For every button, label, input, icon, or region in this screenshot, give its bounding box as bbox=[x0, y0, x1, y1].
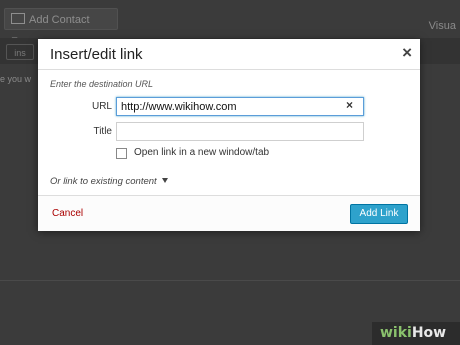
new-window-label[interactable]: Open link in a new window/tab bbox=[134, 147, 269, 158]
title-label: Title bbox=[93, 126, 112, 137]
url-label: URL bbox=[91, 101, 112, 112]
url-input[interactable] bbox=[116, 97, 364, 116]
cancel-link[interactable]: Cancel bbox=[52, 208, 83, 219]
title-input[interactable] bbox=[116, 122, 364, 141]
dialog-header: Insert/edit link × bbox=[38, 39, 420, 70]
insert-link-dialog: Insert/edit link × Enter the destination… bbox=[38, 39, 420, 231]
add-link-button[interactable]: Add Link bbox=[350, 204, 408, 224]
new-window-checkbox[interactable] bbox=[116, 148, 127, 159]
link-existing-content-toggle[interactable]: Or link to existing content bbox=[50, 176, 168, 187]
wikihow-logo: wikiHow bbox=[380, 325, 447, 341]
add-contact-form-button[interactable]: Add Contact Form bbox=[4, 8, 118, 48]
divider bbox=[0, 280, 460, 281]
wikihow-watermark: wikiHow bbox=[372, 322, 460, 345]
contact-form-icon bbox=[11, 13, 25, 24]
destination-url-hint: Enter the destination URL bbox=[50, 79, 154, 89]
visual-tab[interactable]: Visua bbox=[429, 20, 456, 32]
editor-text-fragment: e you w bbox=[0, 74, 32, 84]
close-icon[interactable]: × bbox=[402, 43, 412, 63]
triangle-down-icon bbox=[161, 178, 168, 183]
dialog-footer: Cancel Add Link bbox=[38, 195, 420, 231]
clear-url-icon[interactable]: × bbox=[346, 98, 353, 112]
dialog-title: Insert/edit link bbox=[50, 46, 143, 63]
ins-button[interactable]: ins bbox=[6, 44, 34, 60]
